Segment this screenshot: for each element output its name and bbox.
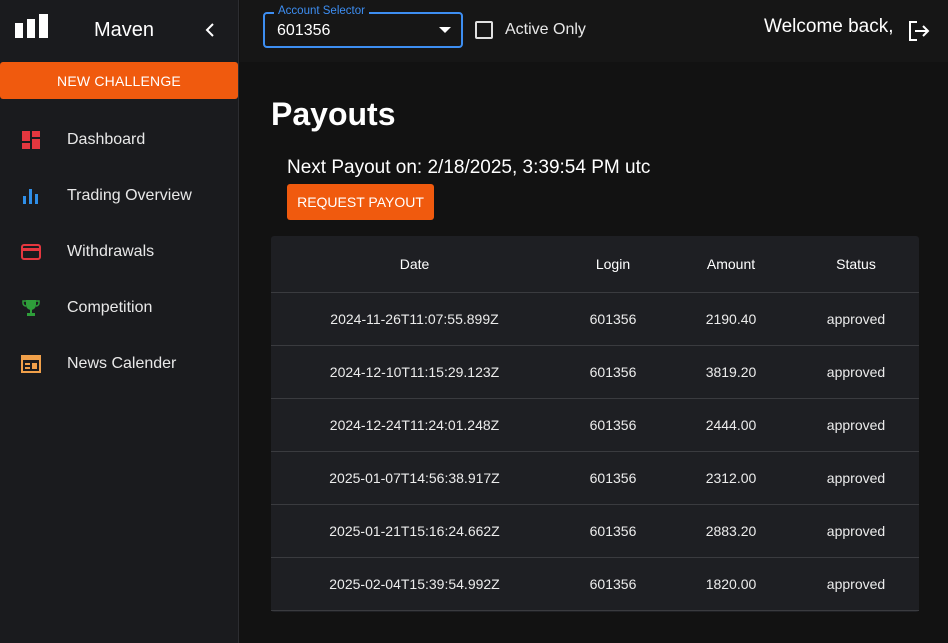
trophy-icon [22, 300, 40, 316]
new-challenge-button[interactable]: New Challenge [0, 62, 238, 99]
request-payout-button[interactable]: Request Payout [287, 184, 434, 220]
status-cell: approved [826, 523, 886, 539]
sidebar-item-news-calender[interactable]: News Calender [0, 336, 238, 392]
column-header-status[interactable]: Status [801, 236, 911, 292]
sidebar-item-label: Competition [67, 299, 153, 316]
sidebar-nav: Dashboard Trading Overview Withdrawals C… [0, 112, 238, 392]
sidebar-item-label: Dashboard [67, 131, 146, 148]
date-cell: 2024-11-26T11:07:55.899Z [330, 311, 499, 327]
table-row: 2025-02-04T15:39:54.992Z 601356 1820.00 app… [271, 558, 919, 611]
amount-cell: 2190.40 [705, 311, 757, 327]
account-selector[interactable]: Account Selector 601356 [263, 5, 463, 48]
sidebar-item-label: Trading Overview [67, 187, 192, 204]
login-cell: 601356 [589, 364, 637, 380]
sidebar-item-trading-overview[interactable]: Trading Overview [0, 168, 238, 224]
sidebar-item-dashboard[interactable]: Dashboard [0, 112, 238, 168]
sidebar-item-label: News Calender [67, 355, 177, 372]
login-cell: 601356 [589, 311, 637, 327]
column-header-date[interactable]: Date [311, 236, 518, 292]
login-cell: 601356 [589, 470, 637, 486]
topbar: Account Selector 601356 Active Only Welc… [240, 0, 948, 62]
sidebar: Maven New Challenge Dashboard Trading Ov… [0, 0, 239, 643]
status-cell: approved [826, 470, 886, 486]
sidebar-item-label: Withdrawals [67, 243, 155, 260]
amount-cell: 1820.00 [705, 576, 757, 592]
sidebar-item-withdrawals[interactable]: Withdrawals [0, 224, 238, 280]
welcome-text: Welcome back, [764, 16, 894, 37]
status-cell: approved [826, 576, 886, 592]
active-only-label: Active Only [505, 21, 586, 38]
sidebar-item-competition[interactable]: Competition [0, 280, 238, 336]
amount-cell: 2312.00 [705, 470, 757, 486]
chevron-left-icon[interactable] [201, 20, 219, 40]
account-selector-value: 601356 [277, 22, 331, 39]
amount-cell: 3819.20 [705, 364, 757, 380]
date-cell: 2024-12-24T11:24:01.248Z [329, 417, 500, 433]
table-row: 2024-11-26T11:07:55.899Z 601356 2190.40 app… [271, 293, 919, 346]
date-cell: 2025-02-04T15:39:54.992Z [329, 576, 500, 592]
calendar-icon [21, 355, 41, 373]
table-row: 2024-12-10T11:15:29.123Z 601356 3819.20 app… [271, 346, 919, 399]
dashboard-icon [22, 131, 40, 149]
status-cell: approved [826, 364, 886, 380]
table-row: 2024-12-24T11:24:01.248Z 601356 2444.00 app… [271, 399, 919, 452]
account-selector-label: Account Selector [274, 5, 369, 17]
column-header-amount[interactable]: Amount [677, 236, 785, 292]
amount-cell: 2444.00 [705, 417, 757, 433]
table-header-row: Date Login Amount Status [271, 236, 919, 293]
payouts-table: Date Login Amount Status 2024-11-26T11:0… [271, 236, 919, 612]
logout-icon[interactable] [907, 20, 931, 42]
login-cell: 601356 [589, 523, 637, 539]
brand: Maven [0, 0, 239, 60]
page-title: Payouts [271, 96, 396, 132]
login-cell: 601356 [589, 417, 637, 433]
active-only-checkbox[interactable] [475, 21, 493, 39]
table-row: 2025-01-21T15:16:24.662Z 601356 2883.20 app… [271, 505, 919, 558]
table-row: 2025-01-07T14:56:38.917Z 601356 2312.00 app… [271, 452, 919, 505]
credit-card-icon [21, 244, 41, 260]
column-header-login[interactable]: Login [559, 236, 667, 292]
date-cell: 2025-01-07T14:56:38.917Z [329, 470, 500, 486]
status-cell: approved [826, 417, 886, 433]
caret-down-icon [439, 27, 451, 33]
next-payout-text: Next Payout on: 2/18/2025, 3:39:54 PM ut… [287, 157, 651, 178]
amount-cell: 2883.20 [705, 523, 757, 539]
login-cell: 601356 [589, 576, 637, 592]
bar-chart-icon [23, 189, 38, 204]
status-cell: approved [826, 311, 886, 327]
maven-logo-icon [15, 14, 48, 38]
brand-name: Maven [94, 19, 155, 41]
date-cell: 2025-01-21T15:16:24.662Z [329, 523, 500, 539]
date-cell: 2024-12-10T11:15:29.123Z [329, 364, 500, 380]
